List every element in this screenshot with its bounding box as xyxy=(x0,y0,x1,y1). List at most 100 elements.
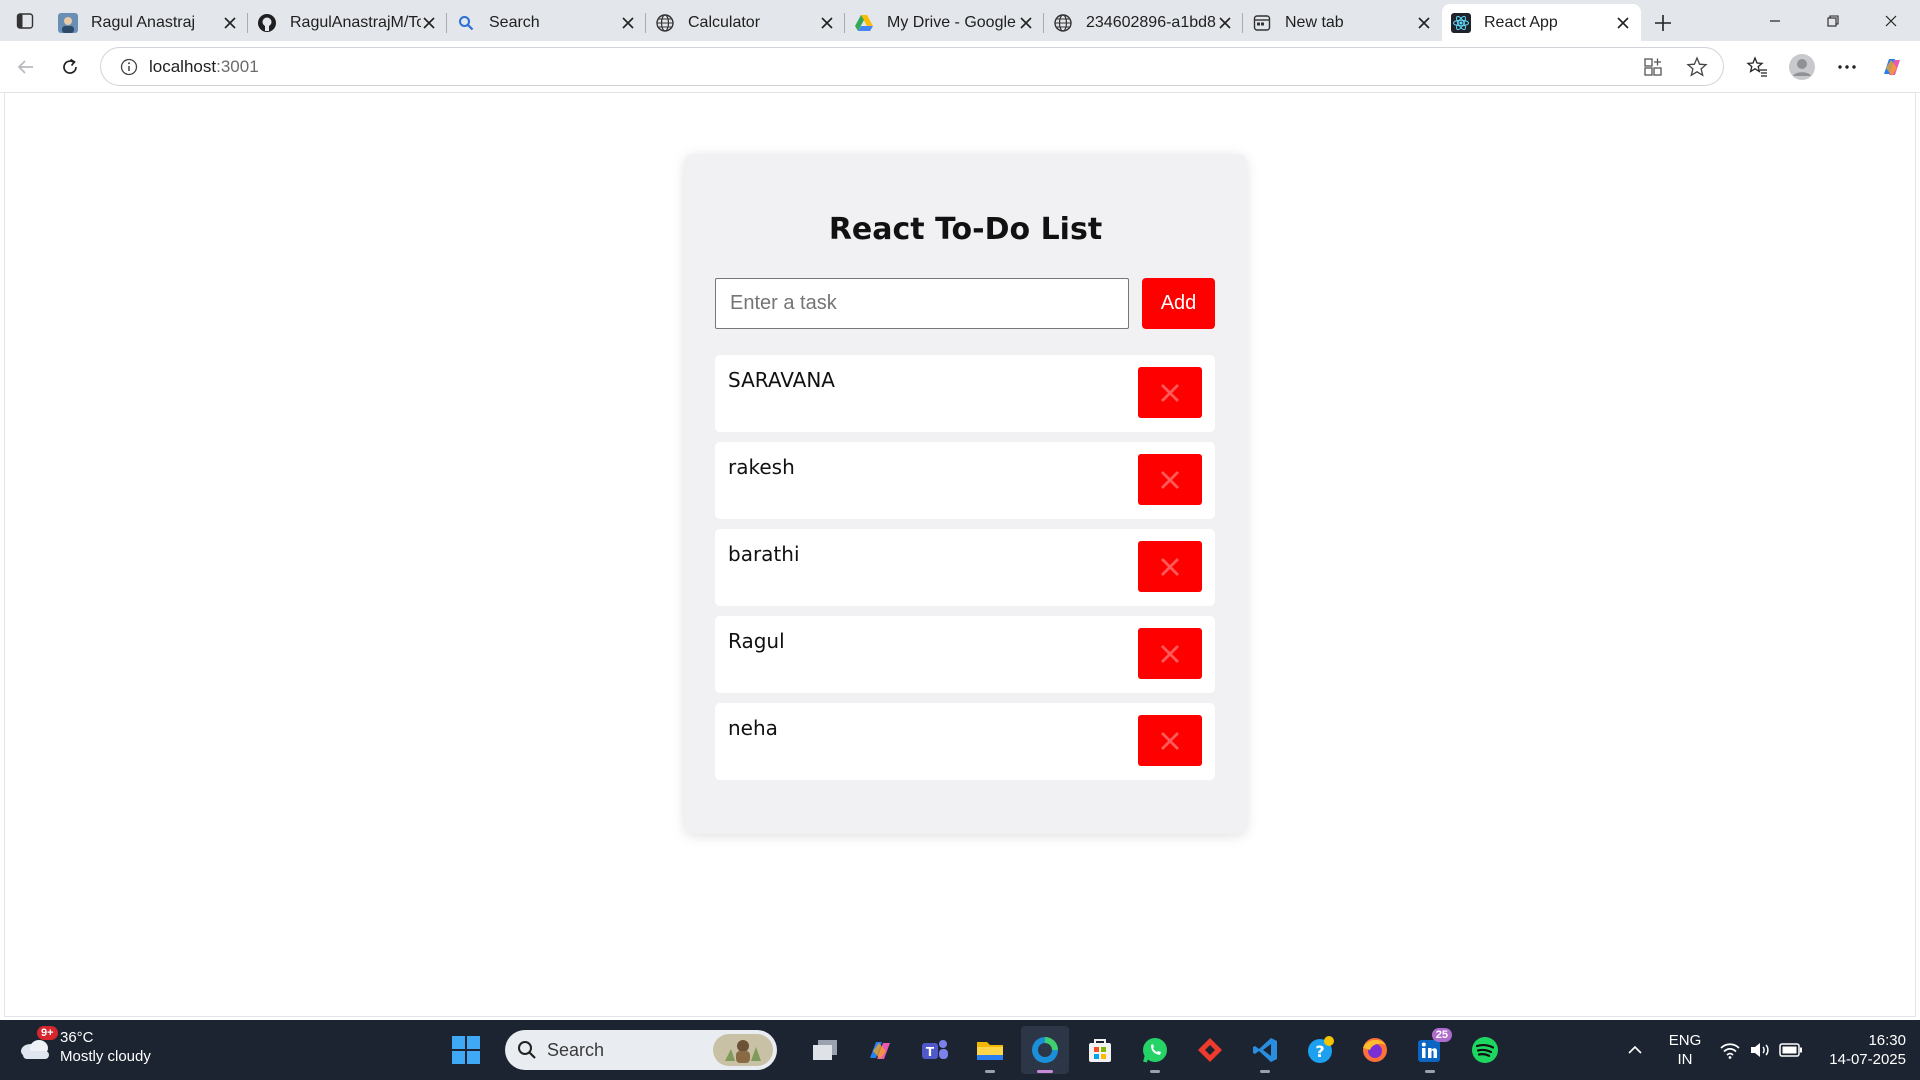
favorites-button[interactable] xyxy=(1734,47,1779,87)
battery-icon xyxy=(1779,1043,1803,1057)
star-icon xyxy=(1686,55,1708,77)
task-list: SARAVANA rakesh barathi Ragul neha xyxy=(715,355,1215,790)
restore-button[interactable] xyxy=(1804,0,1862,41)
task-view-icon[interactable] xyxy=(801,1026,849,1074)
close-window-button[interactable] xyxy=(1862,0,1920,41)
vscode-icon[interactable] xyxy=(1241,1026,1289,1074)
site-info-icon[interactable] xyxy=(109,58,149,76)
taskbar-search[interactable]: Search xyxy=(505,1030,777,1070)
region-code: IN xyxy=(1677,1051,1693,1068)
svg-text:?: ? xyxy=(1315,1042,1324,1061)
task-item: Ragul xyxy=(715,616,1215,693)
close-tab-icon[interactable] xyxy=(1615,15,1631,31)
close-tab-icon[interactable] xyxy=(1217,15,1233,31)
favorite-star-button[interactable] xyxy=(1677,47,1717,87)
close-tab-icon[interactable] xyxy=(421,15,437,31)
task-text: barathi xyxy=(728,542,800,566)
chevron-up-icon[interactable] xyxy=(1627,1045,1643,1055)
tab-title: RagulAnastrajM/To xyxy=(290,13,421,31)
address-bar[interactable]: localhost:3001 xyxy=(100,47,1724,86)
settings-more-button[interactable] xyxy=(1824,47,1869,87)
close-icon xyxy=(1161,470,1179,489)
tab-actions-button[interactable] xyxy=(0,0,49,41)
delete-task-button[interactable] xyxy=(1138,715,1202,766)
linkedin-icon[interactable]: 25 xyxy=(1406,1026,1454,1074)
search-label: Search xyxy=(547,1039,605,1060)
close-icon xyxy=(1161,644,1179,663)
task-input[interactable] xyxy=(715,278,1129,329)
search-icon xyxy=(456,13,476,33)
file-explorer-icon[interactable] xyxy=(966,1026,1014,1074)
add-task-button[interactable]: Add xyxy=(1142,278,1215,329)
tab-new-tab[interactable]: New tab xyxy=(1243,4,1442,41)
close-tab-icon[interactable] xyxy=(1416,15,1432,31)
tab-ragul-anastraj[interactable]: Ragul Anastraj xyxy=(49,4,248,41)
task-text: SARAVANA xyxy=(728,368,835,392)
delete-task-button[interactable] xyxy=(1138,541,1202,592)
anydesk-icon[interactable] xyxy=(1186,1026,1234,1074)
reload-button[interactable] xyxy=(48,47,92,87)
url-text: localhost:3001 xyxy=(149,57,1633,77)
spotify-icon[interactable] xyxy=(1461,1026,1509,1074)
clock[interactable]: 16:30 14-07-2025 xyxy=(1829,1031,1906,1069)
new-tab-button[interactable] xyxy=(1641,4,1685,41)
delete-task-button[interactable] xyxy=(1138,454,1202,505)
delete-task-button[interactable] xyxy=(1138,367,1202,418)
page-viewport: React To-Do List Add SARAVANA rakesh bar… xyxy=(4,93,1916,1017)
todo-card: React To-Do List Add SARAVANA rakesh bar… xyxy=(684,154,1247,834)
close-tab-icon[interactable] xyxy=(222,15,238,31)
edge-browser-icon[interactable] xyxy=(1021,1026,1069,1074)
tab-react-app[interactable]: React App xyxy=(1442,4,1641,41)
search-highlight-icon xyxy=(713,1034,773,1066)
microsoft-store-icon[interactable] xyxy=(1076,1026,1124,1074)
tab-google-drive[interactable]: My Drive - Google xyxy=(845,4,1044,41)
language-indicator[interactable]: ENG IN xyxy=(1669,1031,1702,1069)
start-button[interactable] xyxy=(442,1026,490,1074)
tab-calculator[interactable]: Calculator xyxy=(646,4,845,41)
tab-title: Search xyxy=(489,13,540,31)
quick-settings[interactable] xyxy=(1719,1041,1803,1059)
close-icon xyxy=(1161,731,1179,750)
copilot-icon[interactable] xyxy=(856,1026,904,1074)
minimize-button[interactable] xyxy=(1746,0,1804,41)
task-item: barathi xyxy=(715,529,1215,606)
tab-search[interactable]: Search xyxy=(447,4,646,41)
tab-github-repo[interactable]: RagulAnastrajM/To xyxy=(248,4,447,41)
google-drive-icon xyxy=(854,13,874,33)
tab-actions-icon xyxy=(16,12,33,29)
weather-condition: Mostly cloudy xyxy=(60,1048,151,1065)
teams-icon[interactable]: T xyxy=(911,1026,959,1074)
clock-date: 14-07-2025 xyxy=(1829,1051,1906,1068)
whatsapp-icon[interactable] xyxy=(1131,1026,1179,1074)
weather-widget[interactable]: 9+ 36°C Mostly cloudy xyxy=(18,1026,151,1066)
profile-button[interactable] xyxy=(1779,47,1824,87)
url-port: :3001 xyxy=(216,56,259,76)
svg-text:T: T xyxy=(926,1045,935,1059)
tab-strip: Ragul Anastraj RagulAnastrajM/To Search … xyxy=(0,0,1920,41)
app-available-button[interactable] xyxy=(1633,47,1673,87)
reload-icon xyxy=(63,58,77,74)
delete-task-button[interactable] xyxy=(1138,628,1202,679)
help-icon[interactable]: ? xyxy=(1296,1026,1344,1074)
restore-icon xyxy=(1827,14,1839,27)
profile-photo-icon xyxy=(58,12,78,33)
tab-title: Ragul Anastraj xyxy=(91,13,196,31)
close-tab-icon[interactable] xyxy=(819,15,835,31)
back-button[interactable] xyxy=(4,47,48,87)
language-code: ENG xyxy=(1668,1032,1702,1049)
browser-toolbar: localhost:3001 xyxy=(0,41,1920,93)
avatar-icon xyxy=(1788,54,1815,80)
search-icon xyxy=(518,1041,536,1059)
plus-icon xyxy=(1655,14,1671,31)
copilot-button[interactable] xyxy=(1869,47,1914,87)
tab-image-file[interactable]: 234602896-a1bd8 xyxy=(1044,4,1243,41)
task-text: Ragul xyxy=(728,629,785,653)
notification-badge: 9+ xyxy=(37,1026,58,1040)
globe-icon xyxy=(1053,13,1073,33)
tab-title: React App xyxy=(1484,13,1558,31)
close-tab-icon[interactable] xyxy=(620,15,636,31)
close-tab-icon[interactable] xyxy=(1018,15,1034,31)
apps-icon xyxy=(1644,57,1662,76)
firefox-icon[interactable] xyxy=(1351,1026,1399,1074)
notification-badge: 25 xyxy=(1431,1028,1452,1042)
